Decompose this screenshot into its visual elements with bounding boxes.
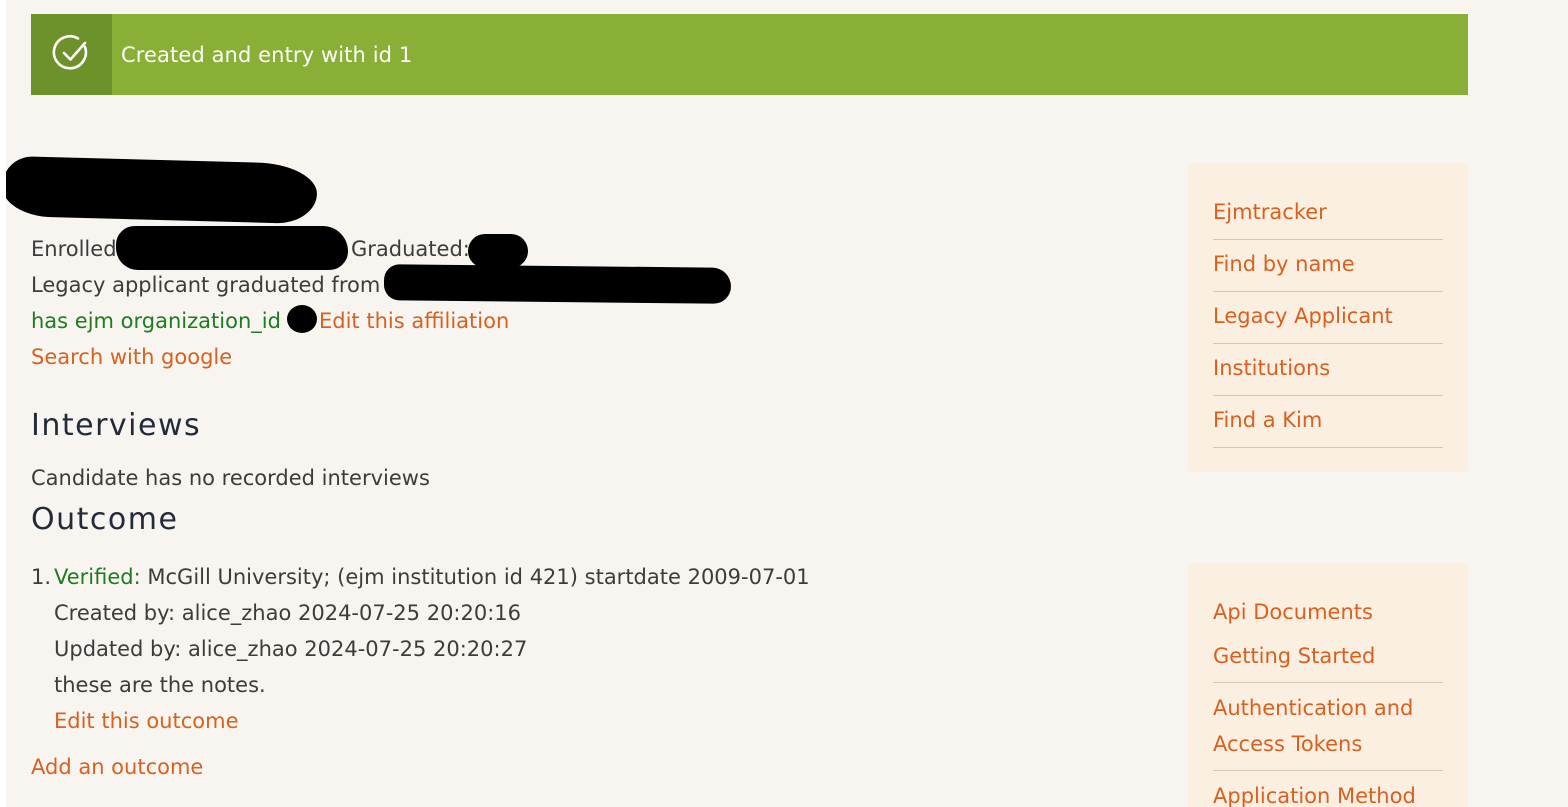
outcome-created: Created by: alice_zhao 2024-07-25 20:20:… [54,601,522,625]
edit-affiliation-link[interactable]: Edit this affiliation [319,309,509,333]
redacted-enrolled [116,226,348,270]
alert-icon-box [31,14,112,95]
success-alert: Created and entry with id 1 [31,14,1468,95]
outcome-heading: Outcome [31,502,179,537]
sidebar-nav: Ejmtracker Find by name Legacy Applicant… [1188,163,1468,472]
redacted-name [6,155,318,225]
edit-outcome-link[interactable]: Edit this outcome [54,709,239,733]
redacted-graduated [468,234,528,268]
divider [1213,395,1443,396]
sidebar-item-authentication[interactable]: Authentication and [1213,690,1443,726]
sidebar-item-institutions[interactable]: Institutions [1213,350,1443,386]
enrolled-line: Enrolled [31,236,117,262]
outcome-notes: these are the notes. [54,673,266,697]
divider [1213,343,1443,344]
redacted-org-id [287,305,317,333]
outcome-summary: Verified: McGill University; (ejm instit… [54,564,810,590]
interviews-empty: Candidate has no recorded interviews [31,466,430,490]
divider [1213,447,1443,448]
sidebar-item-api-documents[interactable]: Api Documents [1213,594,1443,630]
add-outcome-wrap: Add an outcome [31,754,203,780]
graduated-line: Graduated: [351,236,470,262]
alert-message: Created and entry with id 1 [121,42,413,67]
page: Created and entry with id 1 Enrolled Gra… [6,0,1568,807]
add-outcome-link[interactable]: Add an outcome [31,755,203,779]
interviews-heading: Interviews [31,408,202,443]
sidebar-docs: Api Documents Getting Started Authentica… [1188,563,1468,807]
outcome-detail: McGill University; (ejm institution id 4… [147,565,810,589]
outcome-updated: Updated by: alice_zhao 2024-07-25 20:20:… [54,637,528,661]
check-circle-icon [52,33,92,77]
enrolled-label: Enrolled [31,237,117,261]
redacted-institution [383,264,732,304]
sidebar-item-ejmtracker[interactable]: Ejmtracker [1213,194,1443,230]
sidebar-item-access-tokens[interactable]: Access Tokens [1213,726,1443,762]
org-line: has ejm organization_id [31,308,281,334]
divider [1213,291,1443,292]
edit-outcome-wrap: Edit this outcome [54,708,239,734]
graduated-label: Graduated: [351,237,470,261]
sidebar-item-legacy-applicant[interactable]: Legacy Applicant [1213,298,1443,334]
legacy-text: Legacy applicant graduated from [31,273,381,297]
legacy-line: Legacy applicant graduated from [31,272,380,298]
search-google-link[interactable]: Search with google [31,345,232,369]
outcome-status: Verified: [54,565,141,589]
edit-affiliation-wrap: Edit this affiliation [319,308,509,334]
sidebar-item-getting-started[interactable]: Getting Started [1213,638,1443,674]
sidebar-item-find-a-kim[interactable]: Find a Kim [1213,402,1443,438]
sidebar-item-find-by-name[interactable]: Find by name [1213,246,1443,282]
divider [1213,239,1443,240]
divider [1213,682,1443,683]
org-text: has ejm organization_id [31,309,281,333]
divider [1213,770,1443,771]
sidebar-item-application-method[interactable]: Application Method [1213,778,1443,807]
outcome-number: 1. [31,565,52,589]
search-google-wrap: Search with google [31,344,232,370]
